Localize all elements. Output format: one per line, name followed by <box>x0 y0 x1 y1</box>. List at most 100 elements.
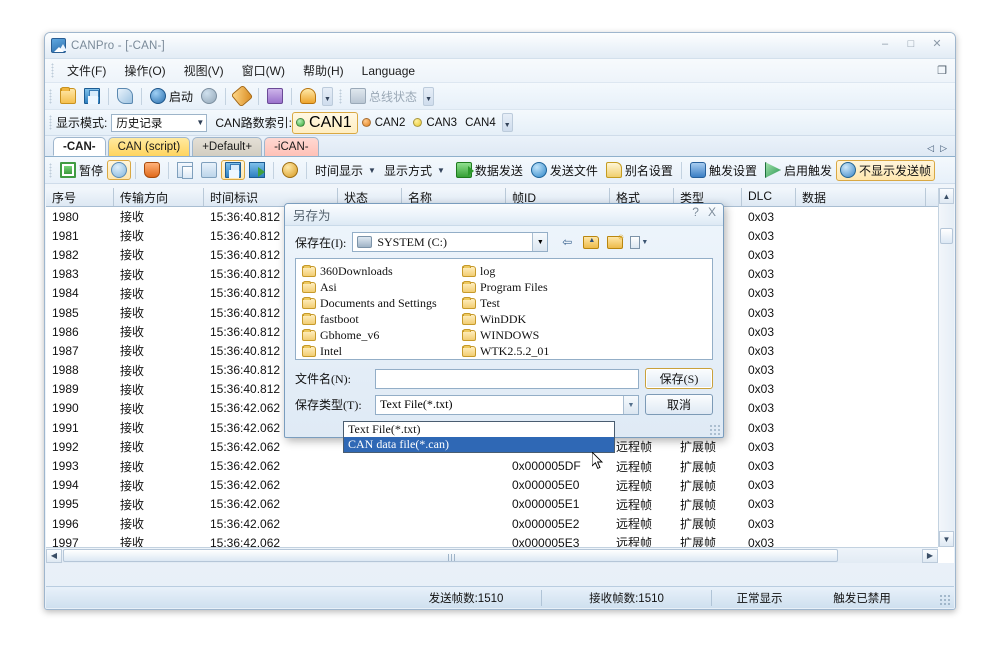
copy-button[interactable] <box>173 160 197 180</box>
table-row[interactable]: 1996接收15:36:42.0620x000005E2远程帧扩展帧0x03 <box>46 514 954 533</box>
restore-button[interactable]: □ <box>899 35 923 52</box>
scroll-down-button[interactable]: ▼ <box>939 531 954 547</box>
tab-prev-icon[interactable]: ◁ <box>927 143 934 154</box>
send-file-button[interactable]: 发送文件 <box>527 160 602 181</box>
file-list-item-label: WTK2.5.2_01 <box>480 344 549 359</box>
tab-can-script[interactable]: CAN (script) <box>108 137 191 156</box>
file-list-item[interactable]: WINDOWS <box>462 327 549 343</box>
start-button[interactable]: 启动 <box>146 86 197 107</box>
time-display-menu[interactable]: 时间显示 ▼ <box>311 160 380 181</box>
file-list-item[interactable]: Test <box>462 295 549 311</box>
scroll-up-button[interactable]: ▲ <box>939 188 954 204</box>
filename-input[interactable] <box>375 369 639 389</box>
help-button[interactable] <box>296 86 320 106</box>
bus-status-button[interactable]: 总线状态 <box>346 86 421 107</box>
save-confirm-button[interactable]: 保存(S) <box>645 368 713 389</box>
modebar-overflow-button[interactable] <box>502 113 513 132</box>
table-header-cell[interactable]: DLC <box>742 188 796 206</box>
filetype-option[interactable]: CAN data file(*.can) <box>344 437 614 452</box>
look-in-select[interactable]: SYSTEM (C:) ▼ <box>352 232 548 252</box>
trigger-setting-button[interactable]: 触发设置 <box>686 160 761 181</box>
pause-button[interactable]: 暂停 <box>56 160 107 181</box>
menu-view[interactable]: 视图(V) <box>175 59 233 82</box>
data-send-button[interactable]: 数据发送 <box>452 160 527 181</box>
menu-file[interactable]: 文件(F) <box>58 59 115 82</box>
can4-channel[interactable]: CAN4 <box>461 116 500 130</box>
save-export-button[interactable] <box>245 160 269 180</box>
table-header-cell[interactable]: 序号 <box>46 188 114 206</box>
menu-window[interactable]: 窗口(W) <box>233 59 294 82</box>
save-button[interactable] <box>80 86 104 106</box>
filetype-dropdown-list[interactable]: Text File(*.txt)CAN data file(*.can) <box>343 421 615 453</box>
file-list-item[interactable]: 360Downloads <box>302 263 437 279</box>
dialog-resize-grip-icon[interactable] <box>709 424 720 435</box>
new-folder-icon[interactable] <box>606 234 624 251</box>
scroll-left-button[interactable]: ◀ <box>46 549 62 563</box>
table-header-cell[interactable]: 传输方向 <box>114 188 204 206</box>
file-list[interactable]: 360DownloadsAsiDocuments and Settingsfas… <box>295 258 713 360</box>
toolbar-overflow-button[interactable] <box>322 87 333 106</box>
display-mode-label: 显示模式: <box>56 114 107 131</box>
tag-button[interactable] <box>113 86 137 106</box>
menu-language[interactable]: Language <box>353 61 424 81</box>
can1-channel[interactable]: CAN1 <box>292 112 358 134</box>
horizontal-scrollbar[interactable]: ◀ ▶ <box>46 547 938 563</box>
display-mode-menu[interactable]: 显示方式 ▼ <box>380 160 449 181</box>
cancel-button[interactable]: 取消 <box>645 394 713 415</box>
tab-next-icon[interactable]: ▷ <box>940 143 947 154</box>
file-list-item[interactable]: WTK2.5.2_01 <box>462 343 549 359</box>
help-icon <box>300 88 316 104</box>
menu-help[interactable]: 帮助(H) <box>294 59 353 82</box>
tab-can[interactable]: -CAN- <box>53 137 106 156</box>
clear-button[interactable] <box>140 160 164 180</box>
file-list-item[interactable]: Documents and Settings <box>302 295 437 311</box>
table-row[interactable]: 1993接收15:36:42.0620x000005DF远程帧扩展帧0x03 <box>46 456 954 475</box>
file-list-item[interactable]: Program Files <box>462 279 549 295</box>
table-row[interactable]: 1995接收15:36:42.0620x000005E1远程帧扩展帧0x03 <box>46 495 954 514</box>
toolbar-overflow-button-2[interactable] <box>423 87 434 106</box>
file-list-item[interactable]: WinDDK <box>462 311 549 327</box>
file-list-item[interactable]: Asi <box>302 279 437 295</box>
vertical-scroll-thumb[interactable] <box>940 228 953 244</box>
stop-button[interactable] <box>197 86 221 106</box>
mdi-restore-icon[interactable]: ❐ <box>937 64 947 77</box>
hide-sent-frames-button[interactable]: 不显示发送帧 <box>836 160 935 181</box>
scroll-right-button[interactable]: ▶ <box>922 549 938 563</box>
file-list-item[interactable]: Intel <box>302 343 437 359</box>
chevron-down-icon[interactable]: ▼ <box>532 233 547 251</box>
paste-button[interactable] <box>197 160 221 180</box>
refresh-button[interactable] <box>107 160 131 180</box>
dialog-close-button[interactable]: X <box>708 205 716 219</box>
dialog-help-button[interactable]: ? <box>692 205 699 219</box>
misc-button[interactable] <box>278 160 302 180</box>
tab-ican[interactable]: -iCAN- <box>264 137 319 156</box>
file-list-item[interactable]: log <box>462 263 549 279</box>
display-mode-select[interactable]: 历史记录 ▼ <box>111 114 207 132</box>
vertical-scrollbar[interactable]: ▲ ▼ <box>938 188 954 547</box>
filetype-option[interactable]: Text File(*.txt) <box>344 422 614 437</box>
table-row[interactable]: 1994接收15:36:42.0620x000005E0远程帧扩展帧0x03 <box>46 476 954 495</box>
file-list-item[interactable]: Gbhome_v6 <box>302 327 437 343</box>
close-button[interactable]: ✕ <box>925 35 949 52</box>
horizontal-scroll-thumb[interactable] <box>63 549 838 562</box>
enable-trigger-button[interactable]: 启用触发 <box>761 160 836 181</box>
open-button[interactable] <box>56 86 80 106</box>
config-button[interactable] <box>230 86 254 106</box>
table-header-cell[interactable]: 数据 <box>796 188 926 206</box>
can2-channel[interactable]: CAN2 <box>358 116 410 130</box>
filetype-select[interactable]: Text File(*.txt) ▼ <box>375 395 639 415</box>
up-one-level-icon[interactable] <box>582 234 600 251</box>
notes-button[interactable] <box>263 86 287 106</box>
back-icon[interactable]: ⇦ <box>558 234 576 251</box>
save-data-button[interactable] <box>221 160 245 180</box>
menu-operate[interactable]: 操作(O) <box>115 59 174 82</box>
file-list-item[interactable]: fastboot <box>302 311 437 327</box>
chevron-down-icon[interactable]: ▼ <box>623 396 638 414</box>
views-icon[interactable]: ▼ <box>630 234 648 251</box>
alias-setting-button[interactable]: 别名设置 <box>602 160 677 181</box>
minimize-button[interactable]: – <box>873 35 897 52</box>
resize-grip-icon[interactable] <box>939 594 951 606</box>
tab-default[interactable]: +Default+ <box>192 137 262 156</box>
table-cell-dir: 接收 <box>114 381 204 398</box>
can3-channel[interactable]: CAN3 <box>409 116 461 130</box>
